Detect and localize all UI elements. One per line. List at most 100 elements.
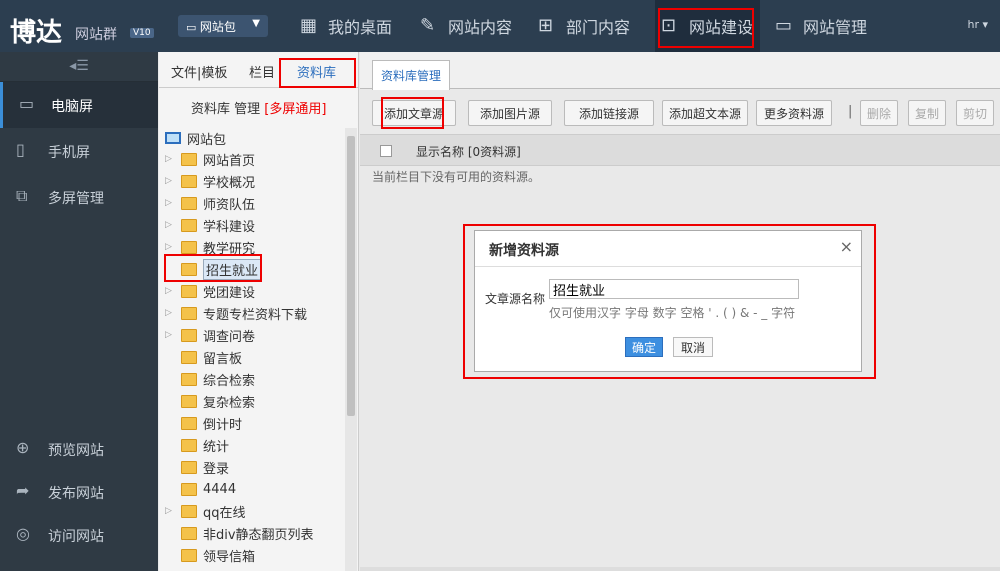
sidebar-item-label: 发布网站 bbox=[48, 486, 104, 502]
tree-node[interactable]: ▷ qq在线 bbox=[159, 500, 345, 522]
tab-library[interactable]: 资料库 bbox=[297, 62, 336, 81]
nav-dept-content[interactable]: ⊞ 部门内容 bbox=[538, 0, 638, 52]
tree-node[interactable]: 招生就业 bbox=[159, 258, 345, 280]
add-article-source-button[interactable]: 添加文章源 bbox=[372, 100, 456, 126]
sidebar-item-preview[interactable]: ⊕ 预览网站 bbox=[0, 426, 158, 472]
confirm-button[interactable]: 确定 bbox=[625, 337, 663, 357]
scroll-thumb[interactable] bbox=[347, 136, 355, 416]
folder-icon bbox=[181, 196, 197, 210]
folder-icon bbox=[181, 284, 197, 298]
tree-node-label: 学校概况 bbox=[203, 175, 256, 191]
more-sources-button[interactable]: 更多资料源 bbox=[756, 100, 832, 126]
expand-arrow-icon[interactable]: ▷ bbox=[165, 308, 177, 318]
tree-node[interactable]: 登录 bbox=[159, 456, 345, 478]
expand-arrow-icon[interactable]: ▷ bbox=[165, 330, 177, 340]
tree-node[interactable]: 非div静态翻页列表 bbox=[159, 522, 345, 544]
tab-column[interactable]: 栏目 bbox=[249, 62, 275, 81]
nav-site-content[interactable]: ✎ 网站内容 bbox=[420, 0, 520, 52]
expand-arrow-icon[interactable]: ▷ bbox=[165, 286, 177, 296]
source-name-input[interactable] bbox=[549, 279, 799, 299]
tab-file-template[interactable]: 文件|模板 bbox=[171, 62, 227, 81]
tree-node[interactable]: ▷ 学校概况 bbox=[159, 170, 345, 192]
tree-node-label: 领导信箱 bbox=[203, 549, 256, 565]
sidebar-item-mobile-screen[interactable]: ▯ 手机屏 bbox=[0, 128, 158, 174]
expand-arrow-icon[interactable]: ▷ bbox=[165, 220, 177, 230]
cancel-button[interactable]: 取消 bbox=[673, 337, 713, 357]
tree-node[interactable]: ▷ 调查问卷 bbox=[159, 324, 345, 346]
nav-desktop[interactable]: ▦ 我的桌面 bbox=[300, 0, 402, 52]
tree-node[interactable]: ▷ 专题专栏资料下载 bbox=[159, 302, 345, 324]
tab-library-manage[interactable]: 资料库管理 bbox=[372, 60, 451, 90]
library-title: 资料库 管理 [多屏通用] bbox=[159, 88, 358, 124]
site-package-select[interactable]: ▭ 网站包 ▼ bbox=[178, 15, 268, 37]
add-link-source-button[interactable]: 添加链接源 bbox=[564, 100, 654, 126]
horizontal-scrollbar[interactable] bbox=[360, 567, 1000, 571]
collapse-menu-icon[interactable]: ◂☰ bbox=[0, 52, 158, 82]
folder-icon bbox=[181, 174, 197, 188]
nav-site-manage[interactable]: ▭ 网站管理 bbox=[775, 0, 875, 52]
sidebar-item-label: 手机屏 bbox=[48, 145, 90, 161]
tree-node[interactable]: 留言板 bbox=[159, 346, 345, 368]
sidebar-item-desktop-screen[interactable]: ▭ 电脑屏 bbox=[0, 82, 158, 128]
add-image-source-button[interactable]: 添加图片源 bbox=[468, 100, 552, 126]
tree-scrollbar[interactable] bbox=[345, 128, 357, 571]
user-menu[interactable]: hr ▾ bbox=[967, 18, 988, 31]
select-all-checkbox[interactable] bbox=[380, 145, 392, 157]
tree-node[interactable]: ▷ 师资队伍 bbox=[159, 192, 345, 214]
folder-icon bbox=[181, 460, 197, 474]
library-panel: 文件|模板 栏目 资料库 资料库 管理 [多屏通用] 网站包 ▷ 网站首页 ▷ 学校概… bbox=[159, 52, 359, 571]
expand-arrow-icon[interactable]: ▷ bbox=[165, 506, 177, 516]
folder-icon bbox=[181, 416, 197, 430]
tree-node[interactable]: 4444 bbox=[159, 478, 345, 500]
tree-root[interactable]: 网站包 bbox=[159, 128, 345, 148]
tree-node[interactable]: ▷ 党团建设 bbox=[159, 280, 345, 302]
sidebar-item-multi-screen[interactable]: ⧉ 多屏管理 bbox=[0, 174, 158, 220]
sidebar-item-visit[interactable]: ◎ 访问网站 bbox=[0, 512, 158, 558]
phone-icon: ▯ bbox=[16, 140, 25, 159]
nav-dept-content-label: 部门内容 bbox=[566, 18, 631, 37]
globe-icon: ◎ bbox=[16, 524, 30, 543]
tree-node[interactable]: ▷ 教学研究 bbox=[159, 236, 345, 258]
top-bar: 博达 网站群 V10 ▭ 网站包 ▼ ▦ 我的桌面 ✎ 网站内容 ⊞ 部门内容 ⊡ 网站… bbox=[0, 0, 1000, 52]
copy-button[interactable]: 复制 bbox=[908, 100, 946, 126]
delete-button[interactable]: 删除 bbox=[860, 100, 898, 126]
expand-arrow-icon[interactable]: ▷ bbox=[165, 242, 177, 252]
library-title-text: 资料库 管理 bbox=[191, 102, 261, 117]
tree-node[interactable]: ▷ 网站首页 bbox=[159, 148, 345, 170]
tree-node-label: 师资队伍 bbox=[203, 197, 256, 213]
cut-button[interactable]: 剪切 bbox=[956, 100, 994, 126]
manage-tabbar: 资料库管理 bbox=[360, 52, 1000, 90]
tree-node[interactable]: 综合检索 bbox=[159, 368, 345, 390]
tree-node[interactable]: ▷ 学科建设 bbox=[159, 214, 345, 236]
add-hypertext-source-button[interactable]: 添加超文本源 bbox=[662, 100, 748, 126]
tree-node[interactable]: 统计 bbox=[159, 434, 345, 456]
folder-icon bbox=[181, 526, 197, 540]
left-sidebar: ◂☰ ▭ 电脑屏 ▯ 手机屏 ⧉ 多屏管理 ⊕ 预览网站 ➦ 发布网站 ◎ 访问网站 bbox=[0, 52, 158, 571]
folder-icon bbox=[181, 306, 197, 320]
expand-arrow-icon[interactable]: ▷ bbox=[165, 154, 177, 164]
expand-arrow-icon[interactable]: ▷ bbox=[165, 198, 177, 208]
nav-site-build[interactable]: ⊡ 网站建设 bbox=[655, 0, 760, 52]
empty-message: 当前栏目下没有可用的资料源。 bbox=[372, 170, 541, 184]
folder-icon bbox=[181, 240, 197, 254]
column-header-name: 显示名称 [0资料源] bbox=[416, 145, 521, 159]
tree-root-label: 网站包 bbox=[187, 132, 227, 148]
tree-node-label: 专题专栏资料下载 bbox=[203, 307, 308, 323]
expand-arrow-icon[interactable]: ▷ bbox=[165, 176, 177, 186]
monitor-small-icon: ▭ bbox=[186, 21, 200, 34]
caret-down-icon: ▼ bbox=[252, 18, 260, 29]
tree-node[interactable]: 领导信箱 bbox=[159, 544, 345, 566]
close-icon[interactable]: × bbox=[840, 237, 853, 256]
tree-node-label: 倒计时 bbox=[203, 417, 243, 433]
tree-node[interactable]: 倒计时 bbox=[159, 412, 345, 434]
site-package-label: 网站包 bbox=[199, 20, 236, 34]
tree-node[interactable]: 复杂检索 bbox=[159, 390, 345, 412]
tree-node-label: qq在线 bbox=[203, 505, 246, 521]
org-icon: ⊞ bbox=[538, 15, 554, 36]
edit-icon: ✎ bbox=[420, 15, 436, 36]
grid-icon: ▦ bbox=[300, 15, 318, 36]
add-source-dialog: 新增资料源 × 文章源名称 仅可使用汉字 字母 数字 空格 ' . ( ) & … bbox=[474, 230, 862, 372]
sidebar-item-publish[interactable]: ➦ 发布网站 bbox=[0, 469, 158, 515]
tree-node-label: 复杂检索 bbox=[203, 395, 256, 411]
nav-site-content-label: 网站内容 bbox=[448, 18, 513, 37]
